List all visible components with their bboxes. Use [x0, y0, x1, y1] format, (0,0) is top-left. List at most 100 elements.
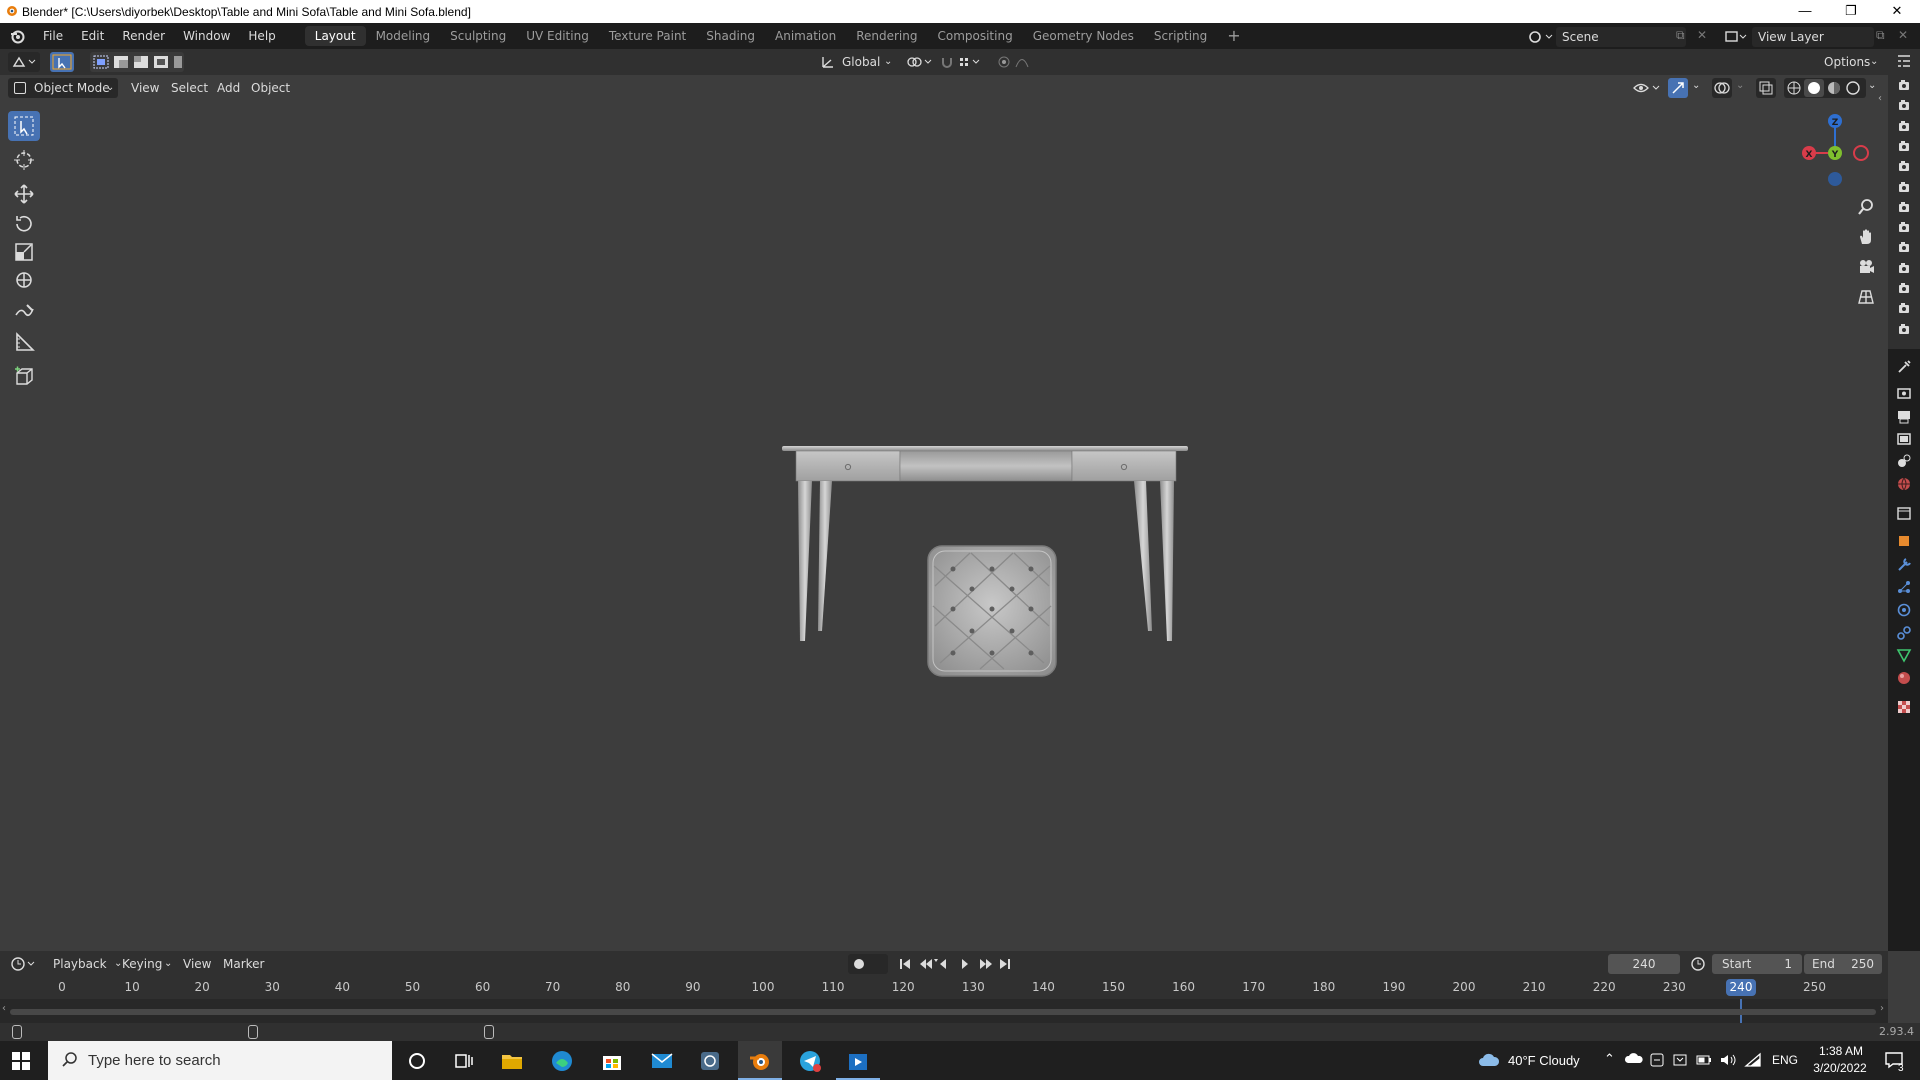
select-box-tool-icon[interactable]: [8, 111, 40, 141]
playhead-frame-badge[interactable]: 240: [1726, 979, 1756, 996]
render-visibility-camera-icon[interactable]: [1898, 120, 1910, 135]
move-tool-icon[interactable]: [8, 179, 40, 209]
new-scene-icon[interactable]: ⧉: [1676, 28, 1685, 43]
start-frame-field[interactable]: Start 1: [1712, 954, 1802, 974]
clock-date[interactable]: 3/20/2022: [1806, 1061, 1874, 1075]
tab-animation[interactable]: Animation: [765, 26, 846, 46]
menu-select[interactable]: Select: [171, 78, 208, 98]
scale-tool-icon[interactable]: [8, 237, 40, 267]
collection-properties-icon[interactable]: [1896, 505, 1912, 521]
windows-start-icon[interactable]: [12, 1052, 30, 1073]
tab-scripting[interactable]: Scripting: [1144, 26, 1217, 46]
timeline-editor-type-icon[interactable]: [10, 956, 40, 972]
physics-properties-icon[interactable]: [1896, 602, 1912, 618]
tab-modeling[interactable]: Modeling: [366, 26, 441, 46]
delete-view-layer-icon[interactable]: ✕: [1898, 28, 1908, 42]
scroll-right-icon[interactable]: ›: [1880, 1003, 1884, 1014]
render-visibility-camera-icon[interactable]: [1898, 140, 1910, 155]
volume-icon[interactable]: [1719, 1052, 1737, 1071]
language-indicator[interactable]: ENG: [1772, 1053, 1798, 1067]
outliner-editor-icon[interactable]: [1896, 53, 1912, 72]
view-layer-field[interactable]: View Layer: [1752, 27, 1874, 47]
select-tool-indicator[interactable]: [50, 52, 74, 72]
menu-edit[interactable]: Edit: [72, 23, 113, 49]
constraints-properties-icon[interactable]: [1896, 625, 1912, 641]
tab-geometry-nodes[interactable]: Geometry Nodes: [1023, 26, 1144, 46]
menu-marker[interactable]: Marker: [223, 954, 264, 974]
menu-file[interactable]: File: [34, 23, 72, 49]
material-properties-icon[interactable]: [1896, 670, 1912, 686]
timeline-track-area[interactable]: ‹ ›: [0, 999, 1888, 1023]
navigation-gizmo[interactable]: Z X Y: [1790, 107, 1870, 197]
pivot-point-icon[interactable]: [906, 54, 934, 70]
gizmo-toggle-button[interactable]: [1668, 78, 1688, 98]
new-view-layer-icon[interactable]: ⧉: [1876, 28, 1885, 43]
render-visibility-camera-icon[interactable]: [1898, 160, 1910, 175]
zoom-icon[interactable]: [1853, 194, 1879, 220]
selection-mode-group[interactable]: [90, 52, 184, 72]
render-visibility-camera-icon[interactable]: [1898, 181, 1910, 196]
cursor-tool-icon[interactable]: [8, 145, 40, 175]
mail-icon[interactable]: [650, 1049, 674, 1073]
tab-shading[interactable]: Shading: [696, 26, 765, 46]
render-visibility-camera-icon[interactable]: [1898, 282, 1910, 297]
measure-tool-icon[interactable]: [8, 327, 40, 357]
chevron-down-icon[interactable]: ⌄: [1868, 80, 1876, 91]
render-visibility-camera-icon[interactable]: [1898, 221, 1910, 236]
shading-mode-group[interactable]: [1784, 78, 1866, 98]
menu-playback[interactable]: Playback: [53, 954, 107, 974]
camera-view-icon[interactable]: [1853, 254, 1879, 280]
scene-properties-icon[interactable]: [1896, 453, 1912, 469]
menu-window[interactable]: Window: [174, 23, 239, 49]
end-frame-field[interactable]: End 250: [1804, 954, 1882, 974]
scene-name-field[interactable]: Scene: [1556, 27, 1686, 47]
table-and-sofa-model[interactable]: [775, 441, 1195, 761]
render-visibility-camera-icon[interactable]: [1898, 262, 1910, 277]
options-dropdown[interactable]: Options: [1824, 52, 1870, 72]
3d-viewport[interactable]: Z X Y ‹: [0, 93, 1888, 951]
tab-layout[interactable]: Layout: [304, 26, 366, 46]
menu-object[interactable]: Object: [251, 78, 290, 98]
xray-toggle-button[interactable]: [1756, 78, 1776, 98]
app-icon-square[interactable]: [698, 1049, 722, 1073]
add-workspace-icon[interactable]: +: [1217, 26, 1250, 46]
texture-properties-icon[interactable]: [1896, 699, 1912, 715]
data-properties-icon[interactable]: [1896, 647, 1912, 663]
render-visibility-camera-icon[interactable]: [1898, 201, 1910, 216]
tab-rendering[interactable]: Rendering: [846, 26, 927, 46]
object-mode-dropdown[interactable]: Object Mode ⌄: [8, 78, 118, 98]
close-button[interactable]: ✕: [1874, 0, 1920, 23]
clock-time[interactable]: 1:38 AM: [1810, 1044, 1872, 1058]
render-visibility-camera-icon[interactable]: [1898, 99, 1910, 114]
tray-app-icon-2[interactable]: [1672, 1052, 1688, 1071]
menu-render[interactable]: Render: [113, 23, 174, 49]
weather-cloud-icon[interactable]: [1478, 1050, 1500, 1073]
scroll-left-icon[interactable]: ‹: [2, 1003, 6, 1014]
visibility-eye-icon[interactable]: [1632, 80, 1662, 96]
microsoft-store-icon[interactable]: [600, 1049, 624, 1073]
telegram-icon[interactable]: [798, 1049, 822, 1073]
object-properties-icon[interactable]: [1896, 533, 1912, 549]
transform-orientation-dropdown[interactable]: Global: [842, 52, 880, 72]
file-explorer-icon[interactable]: [500, 1049, 524, 1073]
particles-properties-icon[interactable]: [1896, 579, 1912, 595]
minimize-button[interactable]: —: [1782, 0, 1828, 23]
snap-icon[interactable]: [940, 54, 988, 70]
scene-selector-icon[interactable]: [1528, 29, 1558, 45]
view-layer-properties-icon[interactable]: [1896, 431, 1912, 447]
tab-compositing[interactable]: Compositing: [927, 26, 1022, 46]
tab-sculpting[interactable]: Sculpting: [440, 26, 516, 46]
menu-view[interactable]: View: [131, 78, 159, 98]
timeline-ruler[interactable]: 0 10 20 30 40 50 60 70 80 90 100 110 120 130 140 150 160…: [0, 977, 1888, 999]
world-properties-icon[interactable]: [1896, 476, 1912, 492]
rotate-tool-icon[interactable]: [8, 209, 40, 239]
proportional-editing-icon[interactable]: [996, 54, 1044, 70]
render-visibility-camera-icon[interactable]: [1898, 323, 1910, 338]
menu-add[interactable]: Add: [217, 78, 240, 98]
menu-help[interactable]: Help: [239, 23, 284, 49]
delete-scene-icon[interactable]: ✕: [1697, 28, 1707, 42]
tab-texture-paint[interactable]: Texture Paint: [599, 26, 696, 46]
maximize-button[interactable]: ❐: [1828, 0, 1874, 23]
active-tool-icon[interactable]: [1896, 359, 1912, 375]
current-frame-field[interactable]: 240: [1608, 954, 1680, 974]
